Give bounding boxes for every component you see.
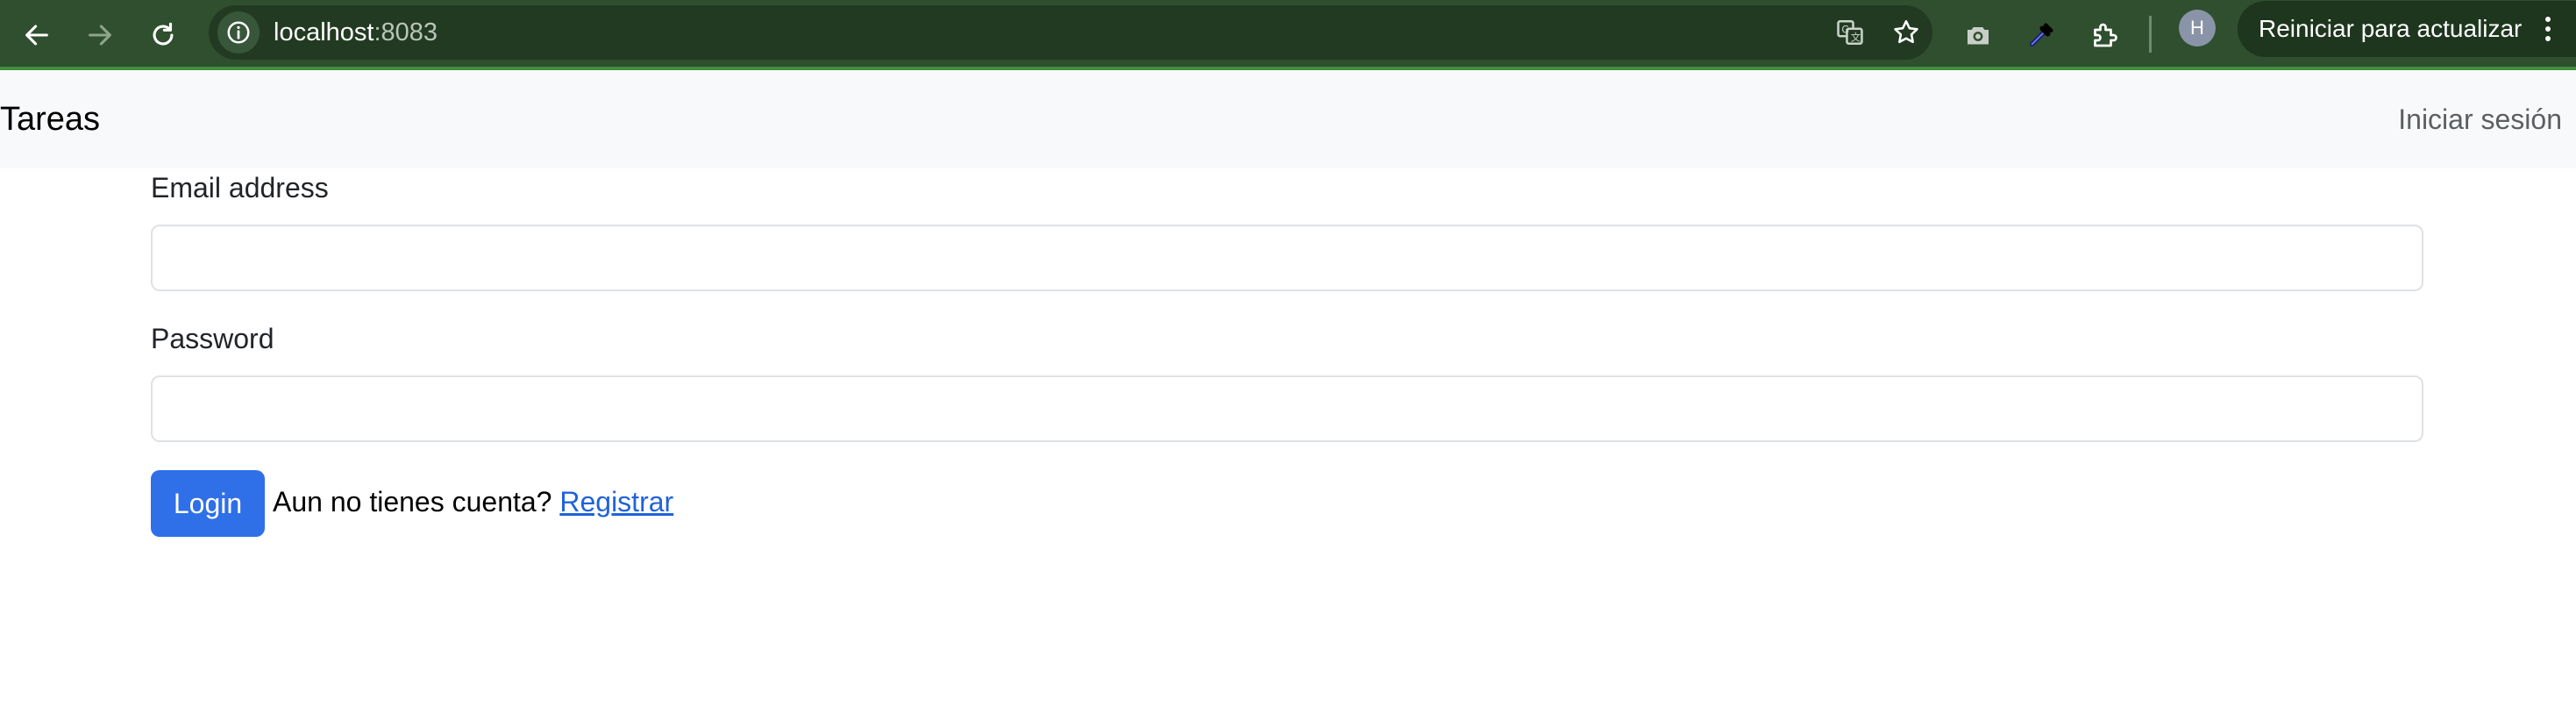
translate-button[interactable]: G 文 [1831, 13, 1869, 52]
forward-arrow-icon [89, 25, 111, 46]
back-arrow-icon [25, 25, 48, 46]
register-prompt-text: Aun no tienes cuenta? [273, 486, 552, 518]
camera-icon [1968, 27, 1989, 45]
reload-icon [153, 22, 174, 46]
forward-button[interactable] [75, 11, 125, 60]
camera-extension-button[interactable] [1953, 11, 2003, 60]
browser-toolbar: localhost:8083 G 文 H Reiniciar para actu… [0, 0, 2576, 70]
info-icon [227, 21, 250, 44]
address-bar[interactable]: localhost:8083 G 文 [209, 5, 1932, 60]
toolbar-divider [2149, 16, 2152, 53]
back-button[interactable] [12, 11, 61, 60]
url-text[interactable]: localhost:8083 [274, 5, 438, 60]
star-icon [1894, 19, 1918, 44]
email-label: Email address [151, 172, 329, 204]
login-button[interactable]: Login [151, 470, 265, 537]
register-link[interactable]: Registrar [559, 486, 673, 518]
navbar-brand[interactable]: Tareas [0, 70, 100, 168]
navbar-login-link[interactable]: Iniciar sesión [2398, 70, 2562, 168]
password-field[interactable] [151, 375, 2423, 442]
site-info-button[interactable] [217, 11, 260, 54]
svg-text:文: 文 [1851, 31, 1861, 43]
url-port: :8083 [374, 18, 438, 46]
svg-text:G: G [1841, 24, 1849, 36]
site-navbar: Tareas Iniciar sesión [0, 70, 2576, 168]
update-chrome-button[interactable]: Reiniciar para actualizar [2238, 1, 2576, 57]
extensions-button[interactable] [2080, 11, 2129, 60]
bookmark-button[interactable] [1887, 13, 1925, 52]
profile-avatar[interactable]: H [2179, 10, 2216, 46]
password-label: Password [151, 323, 274, 354]
register-prompt: Aun no tienes cuenta? Registrar [273, 474, 673, 530]
url-host: localhost [274, 18, 374, 46]
kebab-menu-icon[interactable] [2543, 1, 2553, 57]
email-field[interactable] [151, 225, 2423, 291]
reload-button[interactable] [139, 11, 188, 60]
update-button-label: Reiniciar para actualizar [2259, 15, 2523, 42]
translate-icon: G 文 [1837, 19, 1863, 46]
eyedropper-icon [2029, 23, 2053, 47]
puzzle-icon [2094, 23, 2117, 47]
eyedropper-extension-button[interactable] [2017, 11, 2066, 60]
